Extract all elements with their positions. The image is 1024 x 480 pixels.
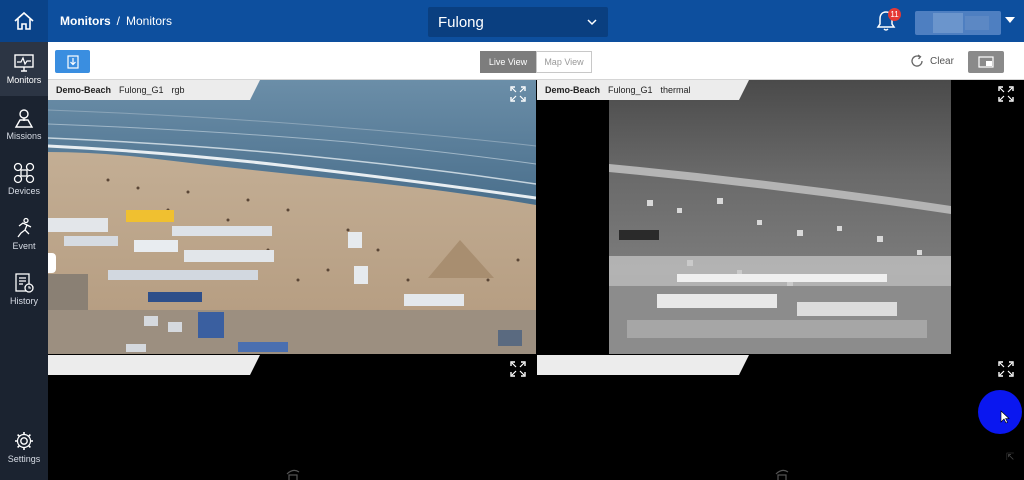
sidebar-item-settings[interactable]: Settings (0, 420, 48, 474)
sidebar-item-label: Event (12, 241, 36, 251)
sidebar-item-monitors[interactable]: Monitors (0, 42, 48, 96)
clear-button[interactable]: Clear (910, 54, 954, 68)
home-icon (14, 11, 34, 30)
site-selector-value: Fulong (438, 13, 484, 31)
clear-label: Clear (930, 55, 954, 67)
expand-icon[interactable] (510, 86, 526, 102)
gear-icon (15, 432, 33, 450)
cell-label (537, 355, 749, 375)
breadcrumb-current: Monitors (126, 14, 173, 28)
map-pin-icon (14, 109, 34, 128)
breadcrumb-root[interactable]: Monitors (60, 14, 111, 28)
video-cell-empty-1[interactable] (48, 355, 536, 480)
expand-icon[interactable] (998, 361, 1014, 377)
tab-live-view[interactable]: Live View (480, 51, 536, 73)
cell-label: Demo-Beach Fulong_G1 rgb (48, 80, 260, 100)
site-selector[interactable]: Fulong (428, 7, 608, 37)
user-menu[interactable] (915, 11, 1001, 35)
reconnect-icon[interactable] (284, 468, 302, 480)
rgb-video-frame (48, 80, 536, 354)
cell-device: Fulong_G1 (608, 85, 653, 95)
cell-stream: thermal (660, 85, 691, 95)
notification-badge: 11 (888, 8, 901, 21)
sidebar-item-event[interactable]: Event (0, 207, 48, 261)
app-root: Monitors / Monitors Fulong 11 Monitors M… (0, 0, 1024, 480)
username-blur (965, 16, 989, 30)
toolbar: Live View Map View Clear (48, 42, 1024, 80)
sidebar-item-label: Missions (6, 131, 42, 141)
sidebar-item-history[interactable]: History (0, 262, 48, 316)
video-cell-thermal[interactable]: Demo-Beach Fulong_G1 thermal (537, 80, 1024, 354)
resize-arrows-icon: ⇱ (1006, 452, 1015, 463)
download-button[interactable] (55, 50, 90, 73)
drone-icon (13, 162, 35, 184)
video-cell-empty-2[interactable] (537, 355, 1024, 480)
sidebar: Monitors Missions Devices Event History … (0, 42, 48, 480)
avatar-blur (933, 13, 963, 33)
top-bar: Monitors / Monitors Fulong 11 (0, 0, 1024, 42)
expand-icon[interactable] (998, 86, 1014, 102)
cell-site: Demo-Beach (545, 85, 601, 95)
sidebar-item-devices[interactable]: Devices (0, 152, 48, 206)
sidebar-item-label: Devices (7, 186, 40, 196)
home-button[interactable] (0, 0, 48, 42)
thermal-video-frame (537, 80, 1024, 354)
breadcrumb-separator: / (116, 14, 121, 28)
sidebar-item-missions[interactable]: Missions (0, 97, 48, 151)
history-icon (15, 273, 34, 293)
download-icon (66, 54, 79, 69)
cell-device: Fulong_G1 (119, 85, 164, 95)
tab-map-view[interactable]: Map View (536, 51, 592, 73)
sidebar-item-label: Settings (7, 454, 41, 464)
caret-down-icon[interactable] (1005, 17, 1015, 25)
sidebar-collapse-handle[interactable] (48, 253, 56, 273)
sidebar-item-label: History (9, 296, 38, 306)
chevron-down-icon (587, 19, 597, 26)
expand-icon[interactable] (510, 361, 526, 377)
breadcrumb: Monitors / Monitors (60, 14, 172, 28)
reconnect-icon[interactable] (773, 468, 791, 480)
cell-site: Demo-Beach (56, 85, 112, 95)
cell-stream: rgb (171, 85, 185, 95)
runner-icon (17, 217, 32, 238)
video-cell-rgb[interactable]: Demo-Beach Fulong_G1 rgb (48, 80, 536, 354)
layout-toggle-button[interactable] (968, 51, 1004, 73)
refresh-icon (911, 54, 923, 67)
grid-layout-icon (978, 56, 994, 68)
monitor-icon (14, 54, 34, 72)
sidebar-item-label: Monitors (6, 75, 42, 85)
mouse-pointer-icon (1000, 410, 1010, 424)
cell-label: Demo-Beach Fulong_G1 thermal (537, 80, 749, 100)
cell-label (48, 355, 260, 375)
